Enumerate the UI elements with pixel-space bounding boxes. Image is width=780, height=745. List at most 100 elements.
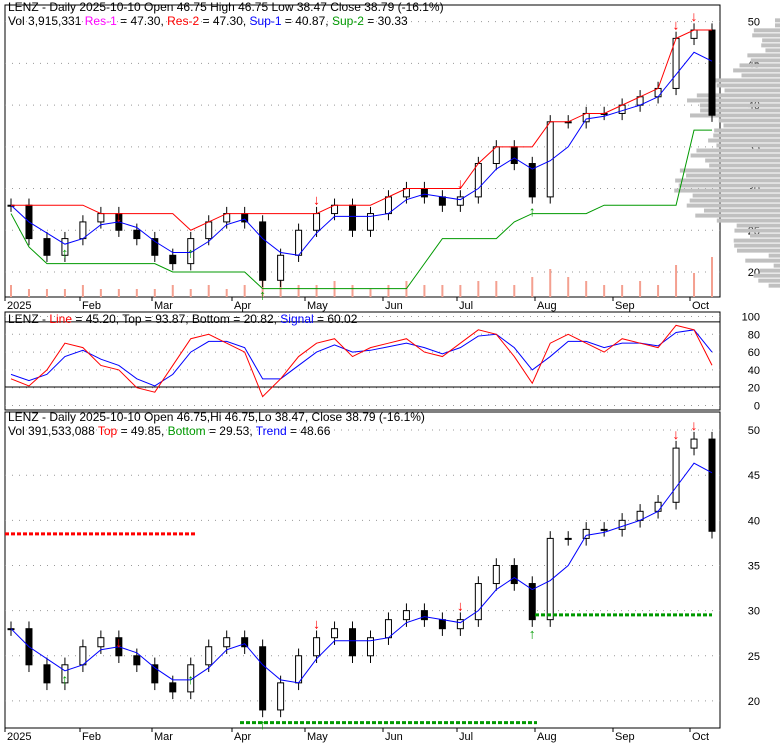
volume-profile-bar	[717, 83, 780, 87]
panel2-legend: LENZ - Line = 45.20, Top = 93.87, Bottom…	[8, 312, 357, 326]
buy-arrow-icon: ↑	[529, 203, 536, 219]
candle-body	[439, 197, 445, 205]
volume-profile-bar	[686, 174, 780, 178]
x-tick-label: Feb	[82, 300, 101, 312]
volume-bar	[352, 285, 354, 297]
oscillator-line	[11, 325, 712, 396]
volume-profile-bar	[680, 169, 780, 173]
volume-bar	[28, 289, 30, 297]
signal-line	[11, 330, 712, 386]
volume-profile-bar	[734, 229, 780, 233]
volume-profile-bar	[695, 214, 780, 218]
candle-body	[511, 147, 517, 164]
volume-profile-bar	[754, 274, 780, 278]
stock-chart: 202530354045502025FebMarAprMayJunJulAugS…	[0, 0, 780, 745]
x-tick-label: May	[307, 731, 328, 743]
volume-profile-bar	[774, 264, 780, 268]
candle-body	[493, 565, 499, 583]
candle-body	[314, 214, 320, 231]
volume-profile-bar	[741, 73, 780, 77]
volume-bar	[64, 289, 66, 297]
panel-2-frame	[5, 312, 720, 410]
candle-body	[475, 584, 481, 620]
panel-3-frame	[5, 412, 720, 728]
y-tick-label: 0	[754, 401, 760, 413]
volume-profile-bar	[752, 33, 780, 37]
candle-body	[242, 638, 248, 647]
sell-arrow-icon: ↓	[115, 634, 122, 650]
candle-body	[601, 529, 607, 530]
candle-body	[296, 230, 302, 255]
buy-arrow-icon: ↑	[187, 245, 194, 261]
x-tick-label: 2025	[7, 300, 31, 312]
volume-bar	[316, 285, 318, 297]
candle-body	[511, 565, 517, 583]
volume-profile-bar	[761, 43, 780, 47]
candle-body	[421, 189, 427, 197]
buy-arrow-icon: ↑	[187, 671, 194, 687]
candle-body	[385, 620, 391, 638]
volume-profile-bar	[734, 244, 780, 248]
candle-body	[44, 665, 50, 683]
candle-body	[655, 502, 661, 511]
candle-body	[709, 30, 715, 115]
sell-arrow-icon: ↓	[691, 417, 698, 433]
volume-profile-bar	[740, 63, 780, 67]
volume-profile-bar	[687, 204, 780, 208]
volume-profile-bar	[705, 159, 780, 163]
volume-profile-bar	[765, 48, 780, 52]
candle-body	[350, 629, 356, 656]
y-tick-label: 50	[748, 17, 760, 29]
volume-profile-bar	[690, 113, 780, 117]
volume-bar	[82, 285, 84, 297]
buy-arrow-icon: ↑	[529, 626, 536, 642]
volume-profile-bar	[691, 154, 780, 158]
x-tick-label: Sep	[615, 300, 635, 312]
candle-body	[583, 529, 589, 538]
candle-body	[206, 647, 212, 665]
volume-bar	[585, 281, 587, 297]
y-tick-label: 80	[748, 329, 760, 341]
volume-profile-bar	[687, 98, 780, 102]
candle-body	[170, 683, 176, 692]
candle-body	[709, 439, 715, 531]
candle-body	[296, 656, 302, 683]
volume-bar	[693, 273, 695, 297]
volume-bar	[603, 285, 605, 297]
volume-profile-bar	[751, 58, 780, 62]
volume-bar	[154, 289, 156, 297]
volume-profile-bar	[674, 189, 780, 193]
x-tick-label: Jul	[459, 300, 473, 312]
volume-profile-bar	[758, 279, 780, 283]
buy-arrow-icon: ↑	[259, 716, 266, 732]
volume-profile-bar	[711, 78, 780, 82]
volume-profile-bar	[737, 249, 780, 253]
x-tick-label: Aug	[537, 300, 557, 312]
volume-profile-bar	[679, 184, 780, 188]
volume-profile-bar	[762, 38, 780, 42]
y-tick-label: 45	[748, 470, 760, 482]
y-tick-label: 30	[748, 606, 760, 618]
volume-bar	[621, 285, 623, 297]
candle-body	[260, 222, 266, 280]
buy-arrow-icon: ↑	[61, 671, 68, 687]
candle-body	[134, 230, 140, 238]
candle-body	[224, 638, 230, 647]
volume-bar	[100, 289, 102, 297]
candle-body	[332, 629, 338, 638]
candle-body	[98, 638, 104, 647]
x-tick-label: Oct	[692, 300, 709, 312]
volume-profile-bar	[713, 133, 780, 137]
volume-profile-bar	[750, 234, 780, 238]
y-tick-label: 20	[748, 383, 760, 395]
panel3-legend: Vol 391,533,088 Top = 49.85, Bottom = 29…	[8, 424, 330, 438]
candle-body	[619, 520, 625, 529]
volume-profile-bar	[769, 254, 780, 258]
volume-bar	[298, 285, 300, 297]
x-tick-label: Jun	[385, 731, 403, 743]
sell-arrow-icon: ↓	[313, 616, 320, 632]
candle-body	[134, 656, 140, 665]
volume-bar	[423, 285, 425, 297]
x-tick-label: Oct	[692, 731, 709, 743]
volume-profile-bar	[719, 118, 780, 122]
